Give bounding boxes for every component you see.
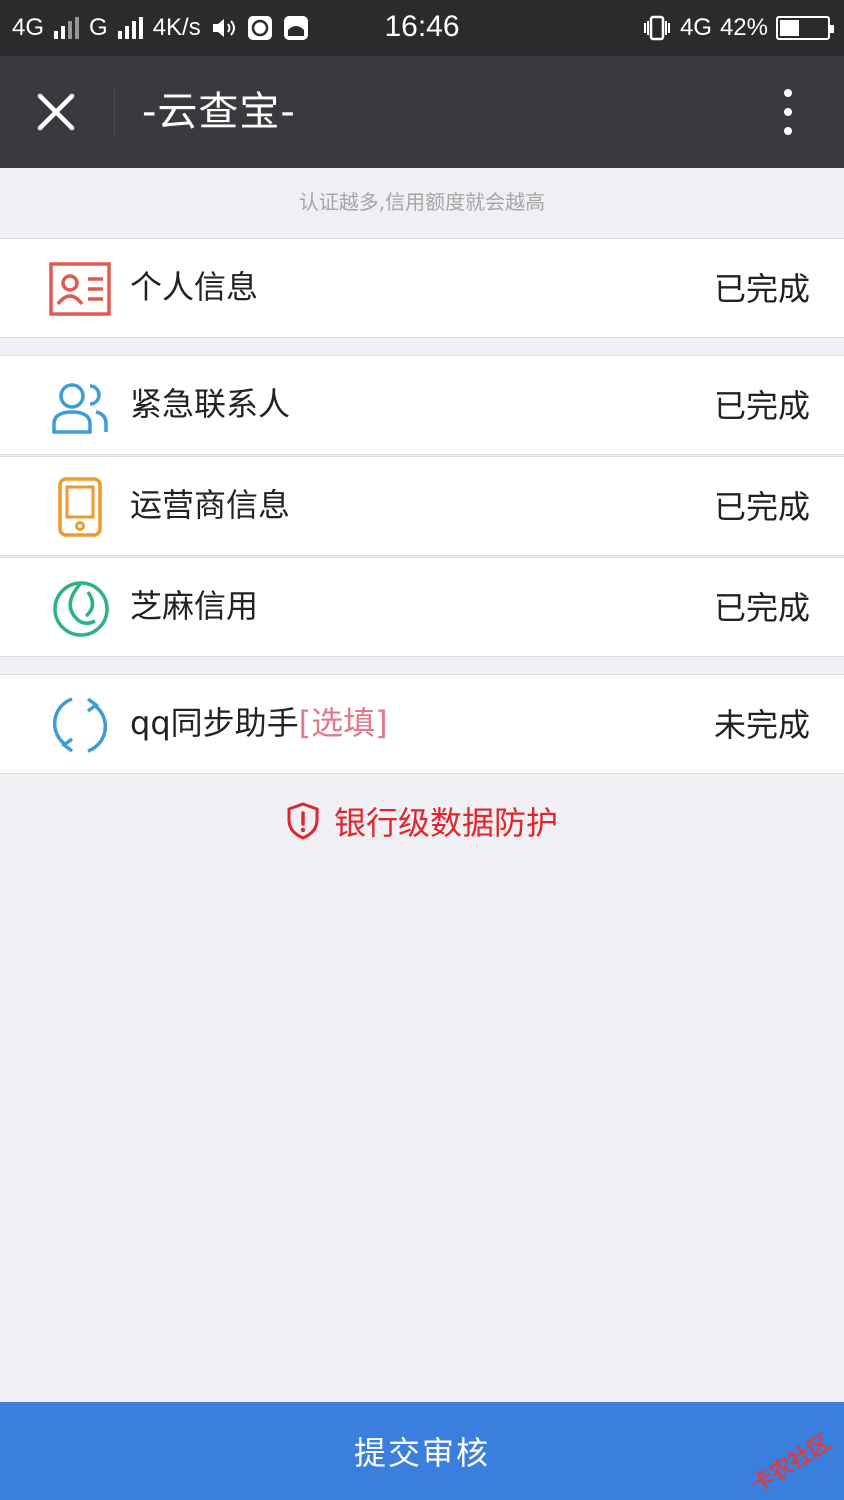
battery-percent: 42% bbox=[719, 14, 768, 41]
close-icon bbox=[37, 93, 75, 131]
contacts-icon bbox=[52, 383, 108, 434]
close-button[interactable] bbox=[28, 84, 84, 140]
page-title: -云查宝- bbox=[142, 89, 296, 135]
item-label: 个人信息 bbox=[130, 268, 259, 306]
item-status: 已完成 bbox=[713, 488, 810, 526]
optional-tag: [选填] bbox=[298, 704, 388, 742]
network-type-3: 4G bbox=[679, 14, 712, 41]
list-item-carrier-info[interactable]: 运营商信息 已完成 bbox=[0, 456, 844, 556]
list-item-emergency-contact[interactable]: 紧急联系人 已完成 bbox=[0, 355, 844, 455]
title-divider bbox=[114, 86, 115, 138]
status-bar: 4G G 4K/s 16:46 4G 42% bbox=[0, 0, 844, 56]
item-status: 已完成 bbox=[713, 270, 810, 308]
status-right: 4G 42% bbox=[642, 12, 834, 44]
list-item-personal-info[interactable]: 个人信息 已完成 bbox=[0, 238, 844, 338]
shield-icon bbox=[287, 802, 319, 840]
item-status: 未完成 bbox=[713, 706, 810, 744]
security-text: 银行级数据防护 bbox=[333, 804, 558, 842]
id-card-icon bbox=[49, 262, 111, 316]
security-note: 银行级数据防护 bbox=[0, 798, 844, 844]
item-label: 运营商信息 bbox=[130, 486, 291, 524]
item-label: 芝麻信用 bbox=[130, 587, 259, 625]
battery-icon bbox=[776, 16, 834, 40]
item-label: qq同步助手[选填] bbox=[130, 704, 388, 742]
vibrate-icon bbox=[643, 15, 670, 41]
title-bar: -云查宝- bbox=[0, 56, 844, 168]
item-status: 已完成 bbox=[713, 387, 810, 425]
submit-review-button[interactable]: 提交审核 bbox=[0, 1402, 844, 1500]
more-menu-button[interactable] bbox=[778, 84, 798, 140]
list-item-sesame-credit[interactable]: 芝麻信用 已完成 bbox=[0, 557, 844, 657]
list-item-qq-sync[interactable]: qq同步助手[选填] 未完成 bbox=[0, 674, 844, 774]
sesame-icon bbox=[53, 581, 109, 637]
more-vertical-icon bbox=[784, 89, 792, 98]
hint-text: 认证越多,信用额度就会越高 bbox=[298, 190, 546, 214]
item-label: 紧急联系人 bbox=[130, 385, 291, 423]
item-status: 已完成 bbox=[713, 589, 810, 627]
sync-icon bbox=[52, 697, 108, 753]
battery-level bbox=[780, 20, 800, 36]
phone-icon bbox=[58, 477, 102, 537]
